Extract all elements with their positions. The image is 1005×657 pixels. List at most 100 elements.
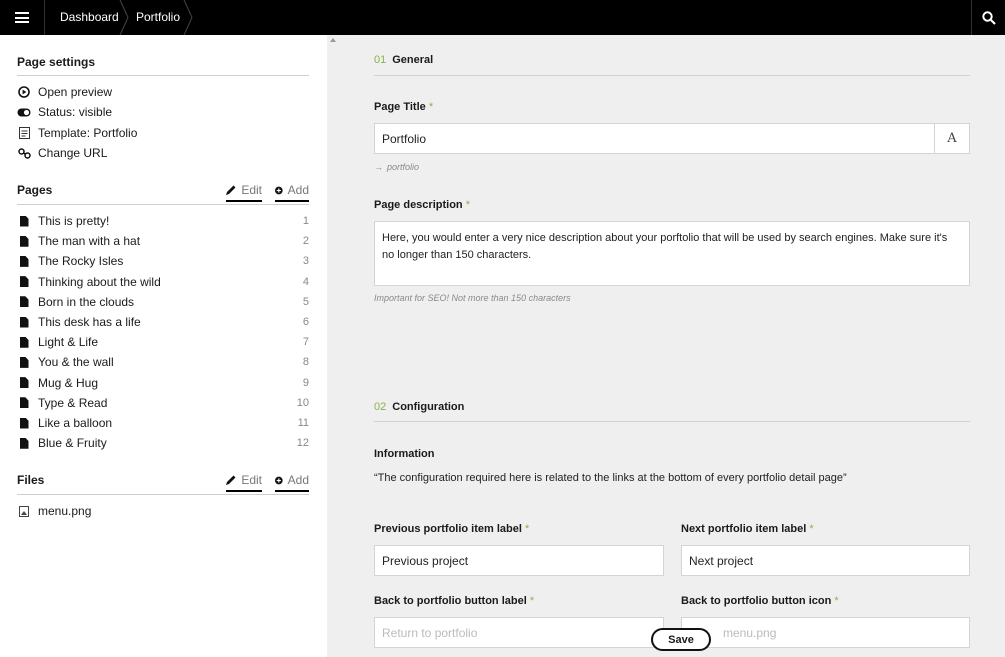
pencil-icon bbox=[226, 185, 236, 195]
page-list-item-label: Blue & Fruity bbox=[38, 436, 107, 451]
page-list-item[interactable]: Light & Life 7 bbox=[17, 333, 309, 351]
page-description-textarea[interactable]: Here, you would enter a very nice descri… bbox=[374, 221, 970, 286]
scroll-up-arrow-icon[interactable] bbox=[330, 38, 336, 42]
files-edit-button[interactable]: Edit bbox=[226, 473, 262, 492]
search-button[interactable] bbox=[971, 0, 1005, 35]
configuration-section-heading: 02 Configuration bbox=[374, 401, 970, 419]
open-preview-link[interactable]: Open preview bbox=[17, 83, 309, 101]
files-add-button[interactable]: Add bbox=[275, 473, 309, 492]
status-toggle[interactable]: Status: visible bbox=[17, 103, 309, 121]
page-list-item-label: Thinking about the wild bbox=[38, 274, 161, 289]
document-icon bbox=[19, 215, 29, 227]
page-list-item-label: This desk has a life bbox=[38, 315, 141, 329]
change-url-link[interactable]: Change URL bbox=[17, 144, 309, 162]
page-order-number: 6 bbox=[302, 316, 309, 328]
divider bbox=[17, 204, 309, 205]
page-settings-heading: Page settings bbox=[17, 55, 96, 69]
label-text: Previous portfolio item label bbox=[374, 523, 522, 535]
page-order-number: 4 bbox=[302, 275, 309, 288]
document-icon bbox=[19, 316, 29, 328]
sidebar: Page settings Open preview Status: visib… bbox=[0, 35, 327, 657]
hamburger-icon bbox=[15, 12, 29, 23]
next-label-input[interactable]: Next project bbox=[681, 545, 970, 576]
page-list-item[interactable]: This desk has a life 6 bbox=[17, 313, 309, 331]
link-icon bbox=[17, 147, 31, 159]
page-list-item-label: Type & Read bbox=[38, 395, 108, 410]
page-list-item[interactable]: Mug & Hug 9 bbox=[17, 374, 309, 392]
page-list-item[interactable]: Blue & Fruity 12 bbox=[17, 434, 309, 452]
breadcrumb-portfolio[interactable]: Portfolio bbox=[136, 0, 180, 35]
page-list-item-label: Like a balloon bbox=[38, 416, 113, 430]
back-label-input[interactable]: Return to portfolio bbox=[374, 617, 664, 648]
breadcrumb-dashboard[interactable]: Dashboard bbox=[60, 0, 119, 35]
document-icon bbox=[19, 417, 29, 429]
sidebar-item-label: Change URL bbox=[38, 146, 108, 160]
play-circle-icon bbox=[18, 86, 30, 98]
prev-label-input[interactable]: Previous project bbox=[374, 545, 664, 576]
label-text: Next portfolio item label bbox=[681, 523, 807, 535]
template-link[interactable]: Template: Portfolio bbox=[17, 124, 309, 142]
page-list-item[interactable]: The Rocky Isles 3 bbox=[17, 252, 309, 270]
page-order-number: 5 bbox=[302, 295, 309, 308]
divider bbox=[374, 75, 970, 76]
page-list-item[interactable]: Born in the clouds 5 bbox=[17, 293, 309, 311]
pencil-icon bbox=[226, 475, 236, 485]
pages-edit-button[interactable]: Edit bbox=[226, 183, 262, 202]
sidebar-item-label: Template: Portfolio bbox=[38, 126, 138, 140]
pages-actions: Edit Add bbox=[213, 183, 309, 202]
breadcrumb-separator-icon bbox=[119, 0, 129, 35]
label-text: Page Title bbox=[374, 101, 426, 113]
divider bbox=[17, 75, 309, 76]
section-number: 02 bbox=[374, 401, 387, 413]
page-list-item[interactable]: You & the wall 8 bbox=[17, 353, 309, 371]
page-list-item-label: Mug & Hug bbox=[38, 375, 99, 390]
pages-heading: Pages Edit Add bbox=[17, 183, 309, 202]
page-list-item[interactable]: The man with a hat 2 bbox=[17, 232, 309, 250]
page-list-item-label: This is pretty! bbox=[38, 214, 110, 228]
label-text: Back to portfolio button label bbox=[374, 595, 527, 607]
arrow-right-icon: → bbox=[374, 162, 383, 172]
page-title-input[interactable]: Portfolio A bbox=[374, 123, 970, 154]
page-list-item[interactable]: Like a balloon 11 bbox=[17, 414, 309, 432]
page-order-number: 2 bbox=[302, 235, 309, 248]
menu-button[interactable] bbox=[0, 0, 45, 35]
template-icon bbox=[18, 127, 30, 139]
pages-add-button[interactable]: Add bbox=[275, 183, 309, 202]
toggle-icon bbox=[17, 108, 31, 116]
slug-text: portfolio bbox=[387, 162, 420, 172]
required-mark: * bbox=[809, 523, 814, 535]
information-text: “The configuration required here is rela… bbox=[374, 472, 847, 484]
back-icon-input[interactable]: menu.png bbox=[681, 617, 970, 648]
page-list-item[interactable]: Thinking about the wild 4 bbox=[17, 273, 309, 291]
required-mark: * bbox=[428, 101, 434, 113]
document-icon bbox=[19, 397, 29, 409]
save-button[interactable]: Save bbox=[651, 628, 711, 651]
add-label: Add bbox=[287, 473, 309, 487]
add-label: Add bbox=[287, 183, 309, 197]
section-title: General bbox=[392, 54, 434, 66]
page-order-number: 10 bbox=[296, 396, 309, 409]
back-label: Back to portfolio button label * bbox=[374, 595, 534, 611]
main-content: 01 General Page Title * Portfolio A → port… bbox=[327, 35, 1005, 657]
file-item[interactable]: menu.png bbox=[17, 502, 309, 520]
files-title: Files bbox=[17, 473, 45, 487]
edit-label: Edit bbox=[241, 183, 262, 197]
section-title: Configuration bbox=[392, 401, 465, 413]
back-icon-value: menu.png bbox=[723, 625, 777, 640]
page-order-number: 8 bbox=[302, 356, 309, 369]
prev-label: Previous portfolio item label * bbox=[374, 523, 529, 539]
page-title-value: Portfolio bbox=[382, 131, 427, 146]
divider bbox=[17, 494, 309, 495]
general-section-heading: 01 General bbox=[374, 54, 970, 72]
page-list-item-label: Born in the clouds bbox=[38, 294, 135, 309]
document-icon bbox=[19, 235, 29, 247]
page-list-item[interactable]: Type & Read 10 bbox=[17, 394, 309, 412]
page-list-item-label: The Rocky Isles bbox=[38, 254, 124, 269]
label-text: Back to portfolio button icon bbox=[681, 595, 832, 607]
document-icon bbox=[19, 255, 29, 267]
plus-circle-icon bbox=[275, 476, 283, 484]
page-list-item[interactable]: This is pretty! 1 bbox=[17, 212, 309, 230]
font-style-button[interactable]: A bbox=[934, 124, 969, 153]
page-list-item-label: You & the wall bbox=[38, 355, 114, 370]
document-icon bbox=[19, 296, 29, 308]
